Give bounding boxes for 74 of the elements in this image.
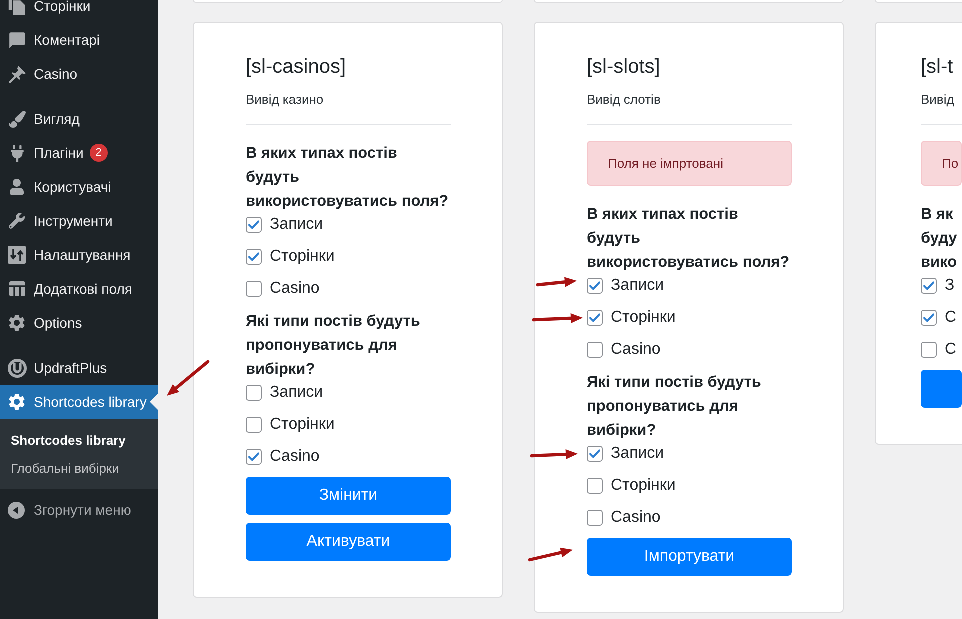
alert-message: Поля не імпртовані xyxy=(587,141,792,186)
count-badge: 2 xyxy=(90,144,108,162)
plug-icon xyxy=(8,144,26,162)
checkbox[interactable] xyxy=(246,217,262,233)
checkbox[interactable] xyxy=(246,385,262,401)
sidebar-item[interactable]: Shortcodes library xyxy=(0,385,158,419)
checkbox[interactable] xyxy=(587,310,603,326)
question-text: В яких типах постів будуть використовуватись поля? xyxy=(246,144,450,212)
checkbox-label[interactable]: С xyxy=(945,307,957,329)
card-title: [sl-t xyxy=(921,55,954,79)
card-subtitle: Вивід слотів xyxy=(587,91,662,109)
checkbox[interactable] xyxy=(246,449,262,465)
question-text: Які типи постів будуть пропонуватись для вибірки? xyxy=(246,312,422,380)
checkbox-label[interactable]: Записи xyxy=(611,443,664,465)
checkbox-label[interactable]: Сторінки xyxy=(611,307,676,329)
checkbox[interactable] xyxy=(921,342,937,358)
checkbox-label[interactable]: Casino xyxy=(611,507,661,529)
sidebar-item[interactable]: Options xyxy=(0,306,158,340)
table-icon xyxy=(7,279,27,299)
alert-message: По xyxy=(921,141,962,186)
sidebar-item[interactable]: UpdraftPlus xyxy=(0,351,158,385)
question-text: В яких типах постів будуть використовуватись поля? xyxy=(587,205,791,273)
user-icon xyxy=(9,179,25,195)
ring-logo-icon xyxy=(8,358,26,378)
action-button[interactable]: Змінити xyxy=(246,477,451,515)
checkbox[interactable] xyxy=(921,310,937,326)
checkbox-label[interactable]: С xyxy=(945,339,957,361)
checkbox-label[interactable]: Casino xyxy=(270,278,320,300)
gear-icon xyxy=(7,313,27,333)
checkbox-label[interactable]: Сторінки xyxy=(611,475,676,497)
sidebar-item[interactable]: Налаштування xyxy=(0,238,158,272)
checkbox-label[interactable]: Сторінки xyxy=(270,246,335,268)
sidebar-item[interactable]: Інструменти xyxy=(0,204,158,238)
checkbox[interactable] xyxy=(246,249,262,265)
sidebar-item[interactable]: Сторінки xyxy=(0,0,158,23)
paintbrush-icon xyxy=(8,110,26,128)
card-subtitle: Вивід казино xyxy=(246,91,325,109)
action-button[interactable]: Імпортувати xyxy=(587,538,792,576)
checkbox[interactable] xyxy=(587,342,603,358)
checkbox-label[interactable]: Сторінки xyxy=(270,414,335,436)
question-text: Які типи постів будуть пропонуватись для вибірки? xyxy=(587,373,762,441)
sidebar-item[interactable]: Користувачі xyxy=(0,170,158,204)
checkbox[interactable] xyxy=(921,278,937,294)
speech-bubble-icon xyxy=(8,30,26,50)
checkbox[interactable] xyxy=(246,281,262,297)
pushpin-icon xyxy=(8,66,26,82)
sidebar-item[interactable]: Коментарі xyxy=(0,23,158,57)
checkbox[interactable] xyxy=(246,417,262,433)
wrench-icon xyxy=(9,213,25,229)
sidebar-item[interactable]: Casino xyxy=(0,57,158,91)
question-text: В як буду вико xyxy=(921,205,958,273)
submenu-item[interactable]: Глобальні вибірки xyxy=(0,454,158,482)
sliders-icon xyxy=(8,246,26,264)
checkbox-label[interactable]: З xyxy=(945,275,955,297)
gear-icon xyxy=(7,392,27,412)
checkbox-label[interactable]: Casino xyxy=(611,339,661,361)
checkbox-label[interactable]: Записи xyxy=(611,275,664,297)
sidebar-item[interactable]: Додаткові поля xyxy=(0,272,158,306)
action-button[interactable]: Активувати xyxy=(246,523,451,561)
collapse-menu-button[interactable]: Згорнути меню xyxy=(0,493,158,527)
checkbox-label[interactable]: Записи xyxy=(270,214,324,236)
sidebar-item[interactable]: Плагіни 2 xyxy=(0,136,158,170)
checkbox[interactable] xyxy=(587,510,603,526)
checkbox[interactable] xyxy=(587,478,603,494)
card-title: [sl-slots] xyxy=(587,55,662,79)
card-subtitle: Вивід xyxy=(921,91,956,109)
submenu-item[interactable]: Shortcodes library xyxy=(0,426,158,454)
pages-icon xyxy=(8,0,26,15)
checkbox-label[interactable]: Записи xyxy=(270,382,324,404)
card-title: [sl-casinos] xyxy=(246,55,348,79)
sidebar-item[interactable]: Вигляд xyxy=(0,102,158,136)
checkbox[interactable] xyxy=(587,278,603,294)
checkbox[interactable] xyxy=(587,446,603,462)
checkbox-label[interactable]: Casino xyxy=(270,446,320,468)
